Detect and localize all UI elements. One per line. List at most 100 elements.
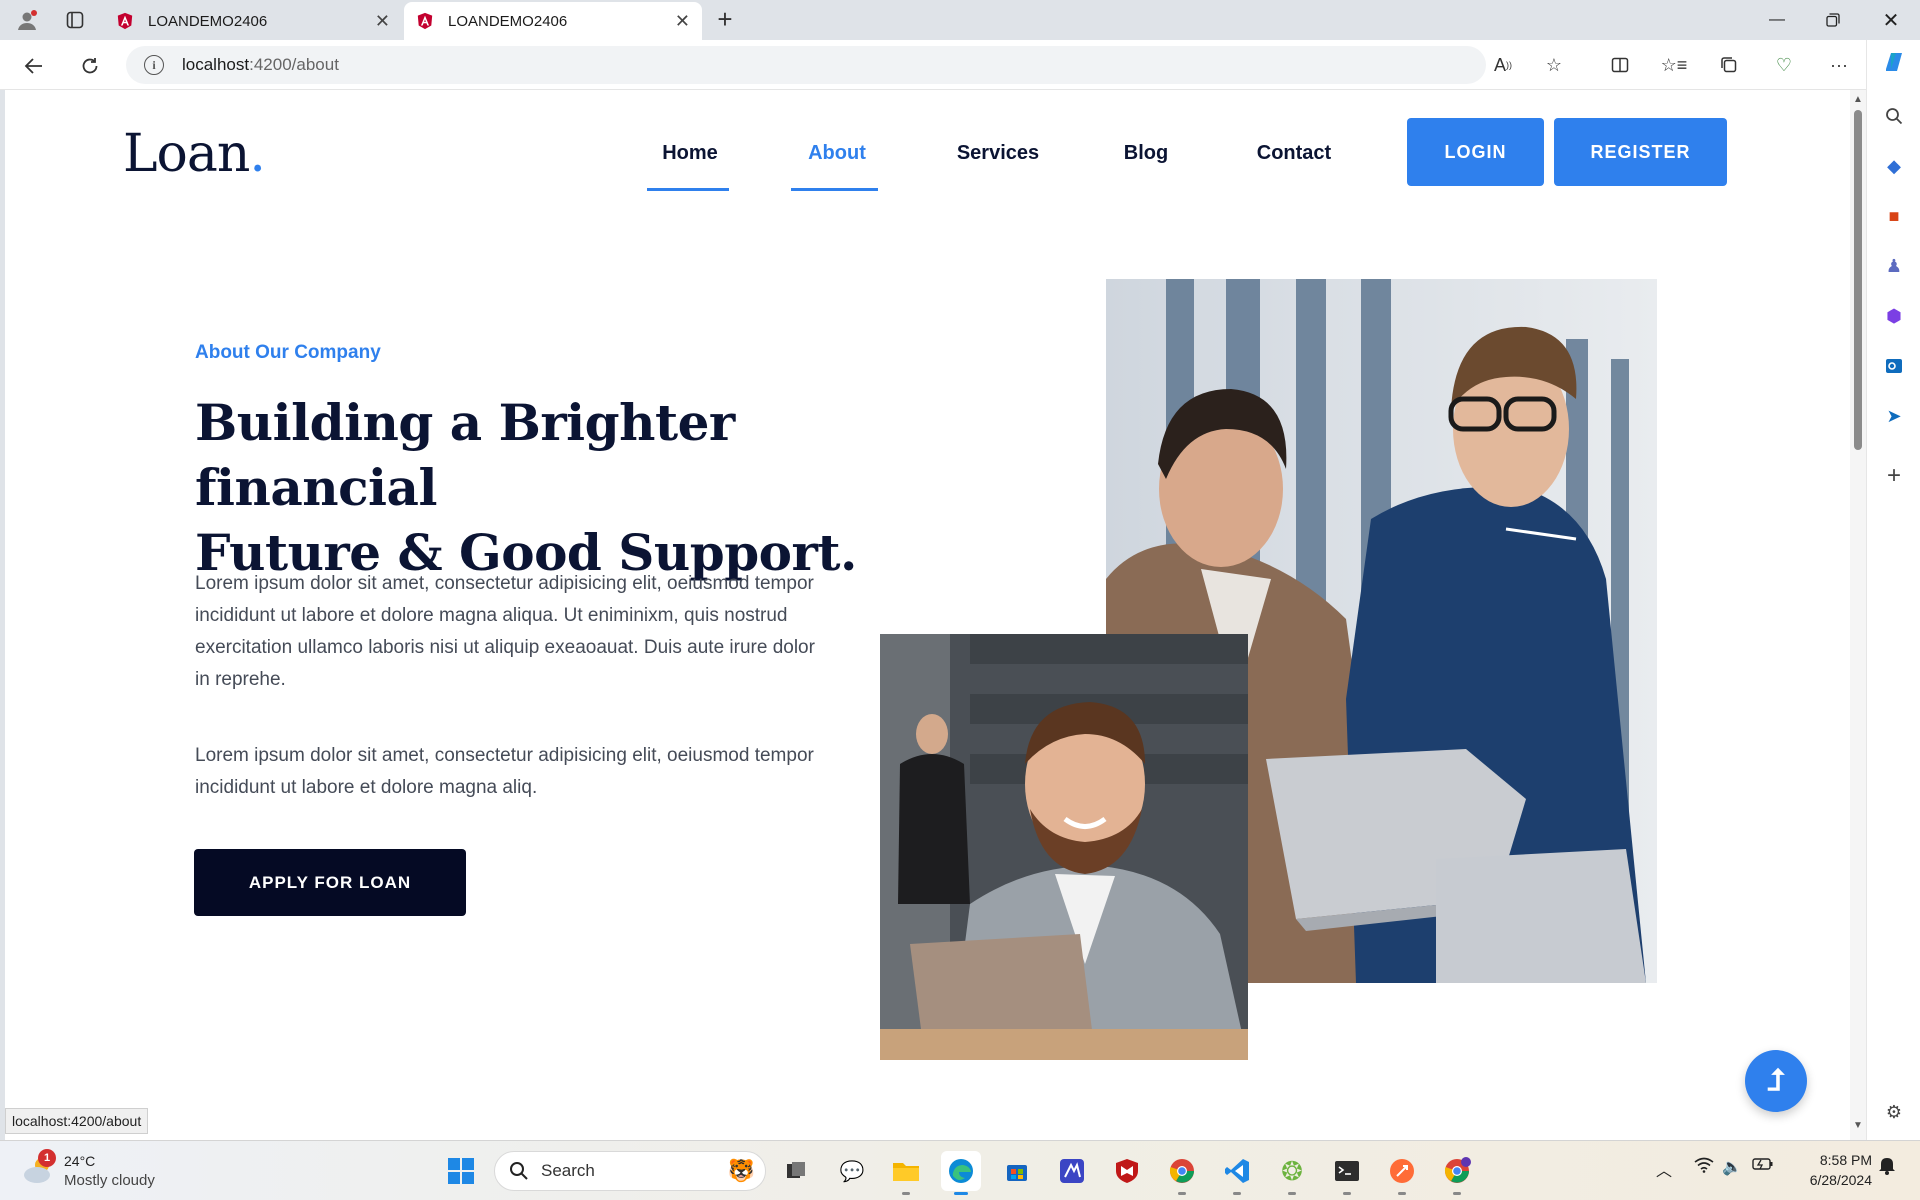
running-indicator xyxy=(1453,1192,1461,1195)
notification-bell-icon[interactable] xyxy=(1878,1155,1896,1180)
outlook-icon[interactable] xyxy=(1878,350,1910,382)
apply-for-loan-button[interactable]: APPLY FOR LOAN xyxy=(194,849,466,916)
microsoft-365-icon[interactable]: ⬢ xyxy=(1878,300,1910,332)
site-logo[interactable]: Loan. xyxy=(123,124,266,184)
tab-actions-icon[interactable] xyxy=(60,6,90,34)
clock-time: 8:58 PM xyxy=(1819,1152,1872,1168)
running-indicator xyxy=(1233,1192,1241,1195)
restore-button[interactable] xyxy=(1808,6,1858,34)
running-indicator xyxy=(1343,1192,1351,1195)
add-sidebar-app-icon[interactable]: + xyxy=(1878,460,1910,492)
headline-line-1: Building a Brighter financial xyxy=(195,393,735,517)
smiling-businessman-photo xyxy=(880,634,1248,1060)
edge-browser-icon[interactable] xyxy=(941,1151,981,1195)
postman-icon[interactable] xyxy=(1382,1151,1422,1195)
page-scrollbar[interactable]: ▲ ▼ xyxy=(1850,90,1866,1140)
teams-chat-icon[interactable]: 💬 xyxy=(832,1151,872,1191)
read-aloud-icon[interactable]: A)) xyxy=(1486,48,1520,82)
sidebar-settings-icon[interactable]: ⚙ xyxy=(1878,1096,1910,1128)
site-info-icon[interactable]: i xyxy=(144,55,164,75)
nav-home[interactable]: Home xyxy=(650,142,730,165)
shopping-tag-icon[interactable]: ◆ xyxy=(1878,150,1910,182)
search-icon[interactable] xyxy=(1878,100,1910,132)
favorite-star-icon[interactable]: ☆ xyxy=(1537,48,1571,82)
start-button[interactable] xyxy=(441,1151,481,1191)
arrow-up-icon: ⮥ xyxy=(1767,1064,1785,1097)
weather-condition: Mostly cloudy xyxy=(64,1172,155,1189)
volume-icon[interactable]: 🔈 xyxy=(1722,1157,1742,1177)
running-indicator xyxy=(1398,1192,1406,1195)
dev-tool-icon[interactable] xyxy=(1052,1151,1092,1191)
battery-icon[interactable] xyxy=(1752,1157,1774,1176)
new-tab-button[interactable]: + xyxy=(710,4,740,35)
hero-paragraph-1: Lorem ipsum dolor sit amet, consectetur … xyxy=(195,573,815,690)
address-bar: i localhost:4200/about A)) ☆ ☆≡ ♡ ··· xyxy=(0,40,1920,90)
running-indicator xyxy=(1178,1192,1186,1195)
file-explorer-icon[interactable] xyxy=(886,1151,926,1195)
hero-headline: Building a Brighter financial Future & G… xyxy=(195,390,895,585)
refresh-button[interactable] xyxy=(74,50,106,82)
profile-icon[interactable] xyxy=(12,6,42,34)
spring-tool-icon[interactable]: ❂ xyxy=(1272,1151,1312,1195)
settings-more-icon[interactable]: ··· xyxy=(1822,48,1856,82)
about-eyebrow: About Our Company xyxy=(195,342,381,363)
scroll-up-arrow-icon[interactable]: ▲ xyxy=(1852,94,1864,105)
close-tab-icon[interactable]: ✕ xyxy=(675,11,690,32)
favorites-icon[interactable]: ☆≡ xyxy=(1657,48,1691,82)
login-button[interactable]: LOGIN xyxy=(1407,118,1544,186)
search-icon xyxy=(510,1162,528,1180)
angular-favicon-icon xyxy=(117,12,133,30)
chrome-icon[interactable] xyxy=(1162,1151,1202,1195)
edge-sidebar: ◆ ■ ♟ ⬢ ➤ + ⚙ xyxy=(1866,40,1920,1140)
games-icon[interactable]: ♟ xyxy=(1878,250,1910,282)
nav-contact[interactable]: Contact xyxy=(1244,142,1344,165)
logo-dot: . xyxy=(249,124,266,184)
tab-title: LOANDEMO2406 xyxy=(148,12,268,30)
terminal-icon[interactable] xyxy=(1327,1151,1367,1195)
minimize-button[interactable]: — xyxy=(1752,6,1802,34)
status-bar-url: localhost:4200/about xyxy=(5,1108,149,1134)
search-highlight-icon: 🐯 xyxy=(727,1158,755,1183)
split-screen-icon[interactable] xyxy=(1603,48,1637,82)
tab-bar: LOANDEMO2406 ✕ LOANDEMO2406 ✕ + — ✕ xyxy=(0,0,1920,40)
show-hidden-icons-chevron-up-icon[interactable]: ︿ xyxy=(1656,1157,1672,1181)
wifi-icon[interactable] xyxy=(1694,1157,1714,1178)
nav-about[interactable]: About xyxy=(793,142,881,165)
tab-loandemo-2[interactable]: LOANDEMO2406 ✕ xyxy=(404,2,702,40)
scroll-down-arrow-icon[interactable]: ▼ xyxy=(1852,1120,1864,1131)
nav-home-underline xyxy=(647,188,729,191)
microsoft-store-icon[interactable] xyxy=(997,1151,1037,1191)
send-icon[interactable]: ➤ xyxy=(1878,400,1910,432)
back-button[interactable] xyxy=(18,50,50,82)
system-clock[interactable]: 8:58 PM 6/28/2024 xyxy=(1792,1150,1872,1190)
browser-essentials-icon[interactable]: ♡ xyxy=(1767,48,1801,82)
url-host: localhost xyxy=(182,55,250,74)
running-indicator xyxy=(902,1192,910,1195)
running-indicator xyxy=(1288,1192,1296,1195)
nav-about-underline xyxy=(791,188,878,191)
mcafee-icon[interactable] xyxy=(1107,1151,1147,1191)
collections-icon[interactable] xyxy=(1712,48,1746,82)
weather-alert-badge: 1 xyxy=(38,1149,56,1167)
hero-paragraph-2: Lorem ipsum dolor sit amet, consectetur … xyxy=(195,745,814,798)
tab-loandemo-1[interactable]: LOANDEMO2406 ✕ xyxy=(104,2,402,40)
task-view-icon[interactable] xyxy=(776,1151,816,1191)
windows-taskbar: 1 24°C Mostly cloudy Search 🐯 💬 ❂ ︿ 🔈 8:… xyxy=(0,1140,1920,1200)
close-window-button[interactable]: ✕ xyxy=(1866,6,1916,34)
copilot-icon[interactable] xyxy=(1878,46,1910,78)
nav-services[interactable]: Services xyxy=(943,142,1053,165)
chrome-profile-icon[interactable] xyxy=(1437,1151,1477,1195)
angular-favicon-icon xyxy=(417,12,433,30)
url-field[interactable]: i localhost:4200/about xyxy=(126,46,1486,84)
tab-title: LOANDEMO2406 xyxy=(448,12,568,30)
vscode-icon[interactable] xyxy=(1217,1151,1257,1195)
nav-blog[interactable]: Blog xyxy=(1116,142,1176,165)
close-tab-icon[interactable]: ✕ xyxy=(375,11,390,32)
clock-date: 6/28/2024 xyxy=(1809,1172,1872,1188)
weather-widget[interactable]: 1 24°C Mostly cloudy xyxy=(22,1149,172,1193)
scroll-to-top-button[interactable]: ⮥ xyxy=(1745,1050,1807,1112)
scrollbar-thumb[interactable] xyxy=(1854,110,1862,450)
register-button[interactable]: REGISTER xyxy=(1554,118,1727,186)
taskbar-search[interactable]: Search 🐯 xyxy=(494,1151,766,1191)
tools-briefcase-icon[interactable]: ■ xyxy=(1878,200,1910,232)
